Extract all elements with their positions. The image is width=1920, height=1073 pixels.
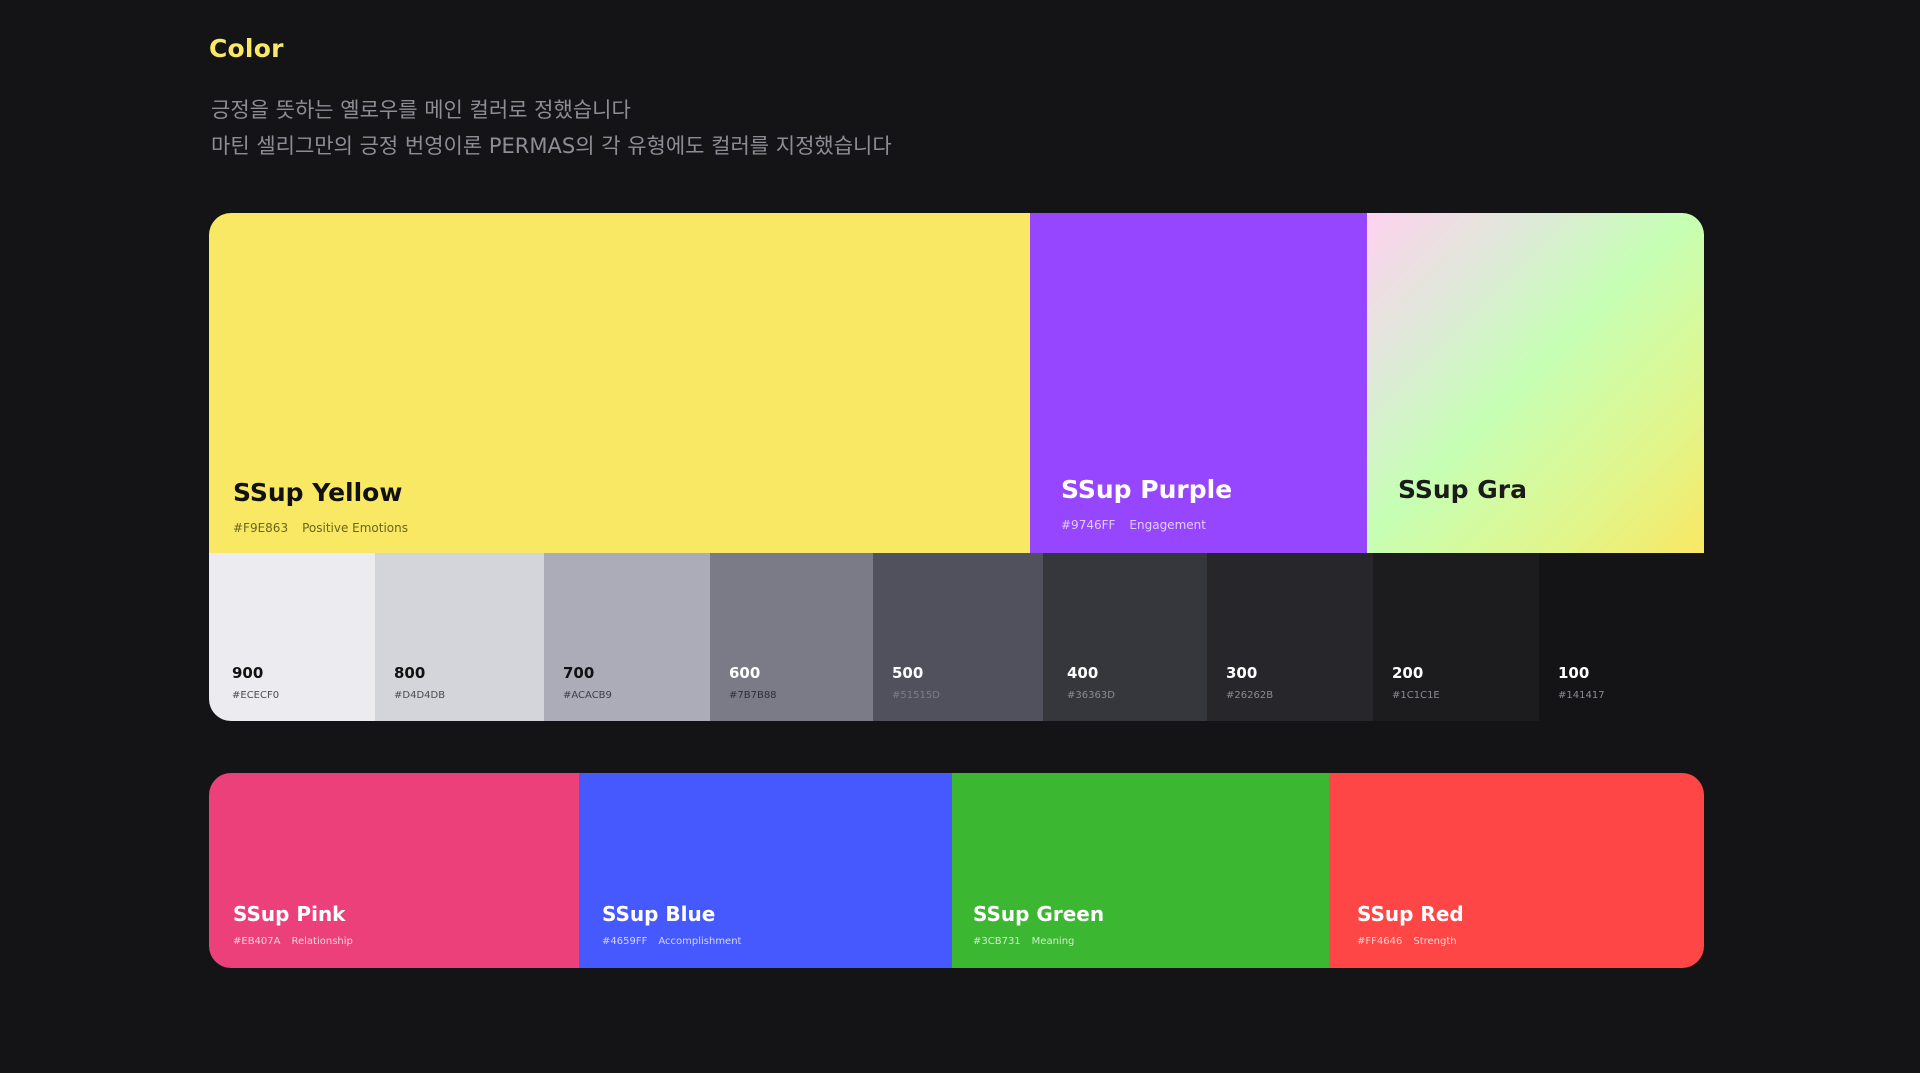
- primary-palette-card: SSup Yellow #F9E863 Positive Emotions SSu…: [209, 213, 1704, 721]
- section-description: 긍정을 뜻하는 옐로우를 메인 컬러로 정했습니다 마틴 셀리그만의 긍정 번영…: [211, 92, 892, 164]
- swatch-ssup-red: SSup Red #FF4646 Strength: [1329, 773, 1704, 968]
- swatch-name: SSup Green: [973, 902, 1105, 926]
- swatch-ssup-blue: SSup Blue #4659FF Accomplishment: [579, 773, 952, 968]
- swatch-meaning: Relationship: [291, 936, 353, 947]
- swatch-ssup-pink: SSup Pink #EB407A Relationship: [209, 773, 579, 968]
- gray-hex: #36363D: [1067, 690, 1115, 701]
- swatch-meaning: Strength: [1413, 936, 1457, 947]
- gray-swatch-700: 700 #ACACB9: [544, 553, 710, 721]
- swatch-meaning: Engagement: [1129, 518, 1206, 532]
- gray-swatch-500: 500 #51515D: [873, 553, 1043, 721]
- swatch-hex: #4659FF: [602, 936, 648, 947]
- gray-label: 700: [563, 664, 595, 682]
- gray-hex: #1C1C1E: [1392, 690, 1440, 701]
- gray-swatch-200: 200 #1C1C1E: [1373, 553, 1539, 721]
- swatch-name: SSup Purple: [1061, 475, 1233, 504]
- swatch-meta: #4659FF Accomplishment: [602, 936, 741, 947]
- gray-label: 600: [729, 664, 761, 682]
- gray-swatch-300: 300 #26262B: [1207, 553, 1373, 721]
- gray-hex: #ACACB9: [563, 690, 612, 701]
- swatch-hex: #9746FF: [1061, 518, 1116, 532]
- swatch-hex: #F9E863: [233, 521, 289, 535]
- gray-hex: #ECECF0: [232, 690, 280, 701]
- gray-label: 800: [394, 664, 426, 682]
- gray-label: 900: [232, 664, 264, 682]
- swatch-hex: #EB407A: [233, 936, 281, 947]
- gray-swatch-800: 800 #D4D4DB: [375, 553, 544, 721]
- gray-swatch-100: 100 #141417: [1539, 553, 1704, 721]
- gray-swatch-600: 600 #7B7B88: [710, 553, 873, 721]
- swatch-hex: #3CB731: [973, 936, 1021, 947]
- swatch-name: SSup Red: [1357, 902, 1464, 926]
- gray-label: 200: [1392, 664, 1424, 682]
- gray-hex: #D4D4DB: [394, 690, 446, 701]
- gray-swatch-400: 400 #36363D: [1043, 553, 1207, 721]
- gray-label: 400: [1067, 664, 1099, 682]
- gray-hex: #26262B: [1226, 690, 1274, 701]
- swatch-name: SSup Blue: [602, 902, 716, 926]
- gray-hex: #7B7B88: [729, 690, 777, 701]
- gray-hex: #141417: [1558, 690, 1605, 701]
- description-line-2: 마틴 셀리그만의 긍정 번영이론 PERMAS의 각 유형에도 컬러를 지정했습…: [211, 134, 892, 158]
- swatch-meta: #FF4646 Strength: [1357, 936, 1457, 947]
- gray-label: 500: [892, 664, 924, 682]
- swatch-name: SSup Gra: [1398, 475, 1528, 504]
- swatch-meta: #F9E863 Positive Emotions: [233, 521, 408, 535]
- swatch-meaning: Accomplishment: [658, 936, 742, 947]
- swatch-meaning: Positive Emotions: [302, 521, 409, 535]
- gray-hex: #51515D: [892, 690, 940, 701]
- swatch-ssup-green: SSup Green #3CB731 Meaning: [952, 773, 1329, 968]
- swatch-hex: #FF4646: [1357, 936, 1403, 947]
- gray-swatch-900: 900 #ECECF0: [209, 553, 375, 721]
- primary-swatch-row: SSup Yellow #F9E863 Positive Emotions SSu…: [209, 213, 1704, 553]
- gray-label: 300: [1226, 664, 1258, 682]
- section-title: Color: [209, 34, 284, 63]
- description-line-1: 긍정을 뜻하는 옐로우를 메인 컬러로 정했습니다: [211, 98, 631, 122]
- swatch-ssup-purple: SSup Purple #9746FF Engagement: [1030, 213, 1367, 553]
- swatch-meaning: Meaning: [1031, 936, 1075, 947]
- accent-palette-card: SSup Pink #EB407A Relationship SSup Blue …: [209, 773, 1704, 968]
- swatch-ssup-gradient: SSup Gra: [1367, 213, 1704, 553]
- swatch-name: SSup Pink: [233, 902, 346, 926]
- swatch-meta: #9746FF Engagement: [1061, 518, 1206, 532]
- gray-scale-row: 900 #ECECF0 800 #D4D4DB 700 #ACACB9 600 …: [209, 553, 1704, 721]
- swatch-name: SSup Yellow: [233, 478, 403, 507]
- swatch-ssup-yellow: SSup Yellow #F9E863 Positive Emotions: [209, 213, 1030, 553]
- swatch-meta: #EB407A Relationship: [233, 936, 353, 947]
- gray-label: 100: [1558, 664, 1590, 682]
- swatch-meta: #3CB731 Meaning: [973, 936, 1074, 947]
